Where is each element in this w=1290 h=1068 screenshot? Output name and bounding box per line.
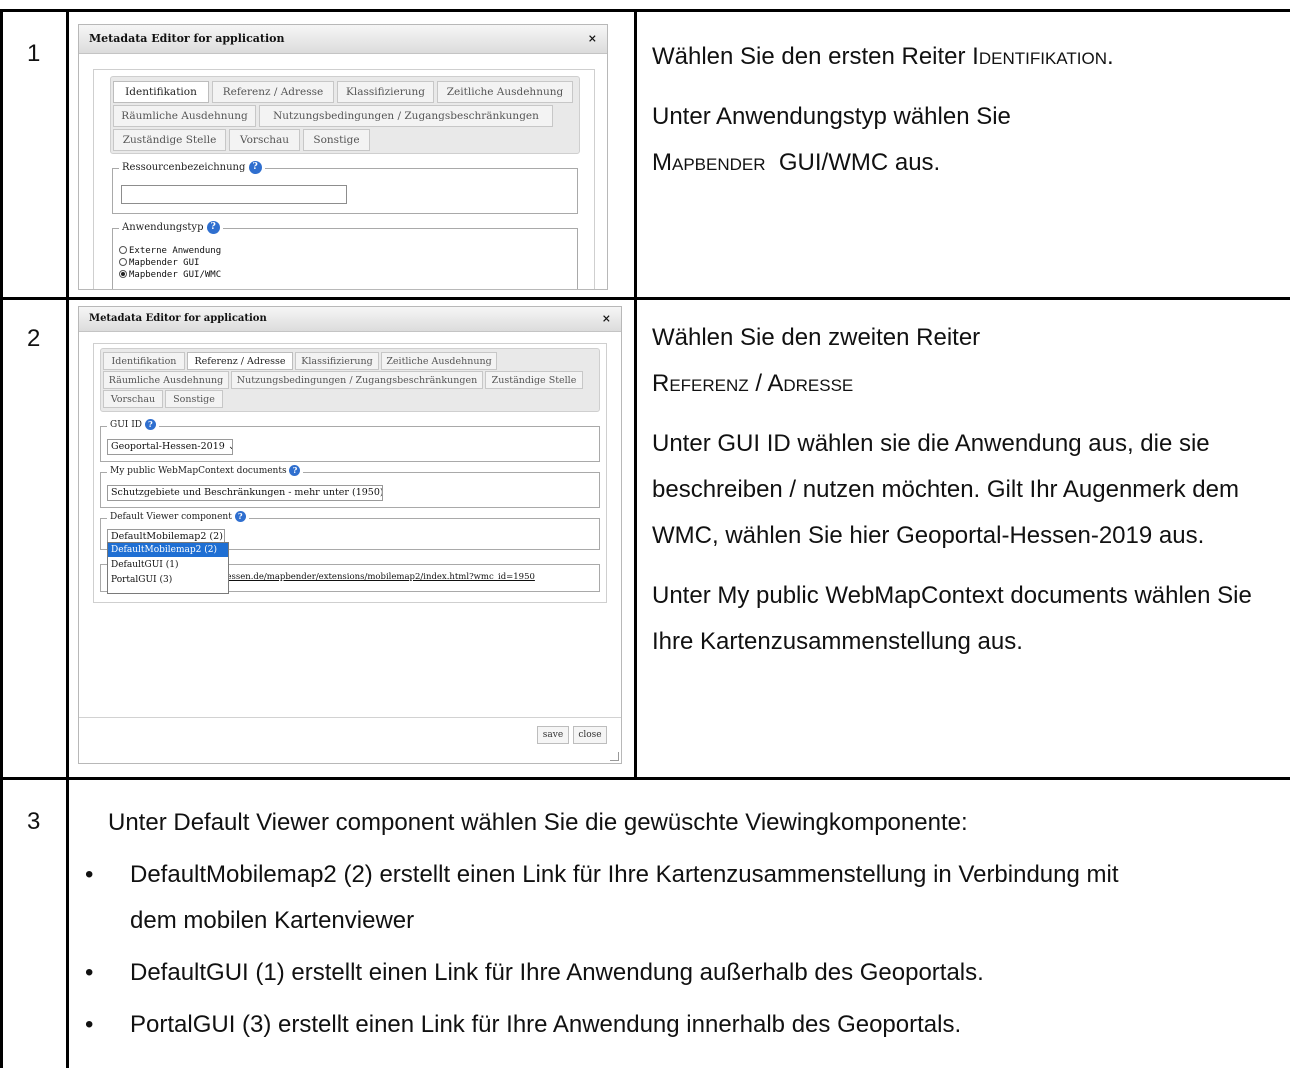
dropdown-option-defaultmobilemap2[interactable]: DefaultMobilemap2 (2) [108, 543, 228, 557]
list-item: DefaultMobilemap2 (2) erstellt einen Lin… [85, 852, 1150, 944]
fieldset-ressourcenbezeichnung: Ressourcenbezeichnung ? [112, 161, 578, 214]
row-number-3: 3 [27, 808, 41, 835]
wmc-select[interactable]: Schutzgebiete und Beschränkungen - mehr … [107, 485, 383, 501]
table-left-border [0, 9, 3, 1068]
close-icon[interactable]: × [588, 25, 597, 53]
help-icon[interactable]: ? [234, 511, 246, 522]
close-icon[interactable]: × [602, 307, 611, 331]
tab-bar: Identifikation Referenz / Adresse Klassi… [110, 76, 580, 154]
legend-gui-id: GUI ID ? [107, 419, 159, 430]
row2-para2: Unter GUI ID wählen sie die Anwendung au… [652, 430, 1239, 549]
tab-raeumliche-ausdehnung[interactable]: Räumliche Ausdehnung [103, 371, 229, 389]
tab-bar: Identifikation Referenz / Adresse Klassi… [100, 348, 600, 412]
dialog-title: Metadata Editor for application [89, 32, 285, 45]
tab-identifikation[interactable]: Identifikation [113, 81, 209, 103]
dialog-title: Metadata Editor for application [89, 313, 267, 324]
tab-nutzungsbedingungen[interactable]: Nutzungsbedingungen / Zugangsbeschränkun… [231, 371, 483, 389]
close-button[interactable]: close [573, 726, 607, 744]
tab-zeitliche-ausdehnung[interactable]: Zeitliche Ausdehnung [381, 352, 497, 370]
row2-description: Wählen Sie den zweiten Reiter Referenz /… [652, 315, 1272, 665]
radio-icon [119, 246, 127, 254]
row3-intro: Unter Default Viewer component wählen Si… [108, 809, 968, 836]
list-item: PortalGUI (3) erstellt einen Link für Ih… [85, 1002, 1262, 1048]
tab-sonstige[interactable]: Sonstige [303, 129, 370, 151]
dropdown-option-defaultgui[interactable]: DefaultGUI (1) [108, 557, 228, 573]
tab-zustaendige-stelle[interactable]: Zuständige Stelle [485, 371, 583, 389]
fieldset-gui-id: GUI ID ? Geoportal-Hessen-2019 ⌄ [100, 419, 600, 462]
tab-klassifizierung[interactable]: Klassifizierung [295, 352, 379, 370]
metadata-editor-dialog-referenz: Metadata Editor for application × Identi… [78, 306, 622, 764]
fieldset-anwendungstyp: Anwendungstyp ? Externe Anwendung Mapben… [112, 221, 578, 289]
row-divider-2 [0, 777, 1290, 780]
row1-line3: Mapbender GUI/WMC aus. [652, 149, 941, 176]
radio-mapbender-gui[interactable]: Mapbender GUI [119, 257, 221, 269]
radio-icon [119, 258, 127, 266]
viewer-options-list: DefaultMobilemap2 (2) erstellt einen Lin… [85, 852, 1262, 1048]
tab-zeitliche-ausdehnung[interactable]: Zeitliche Ausdehnung [437, 81, 573, 103]
list-item: DefaultGUI (1) erstellt einen Link für I… [85, 950, 1262, 996]
help-icon[interactable]: ? [289, 465, 301, 476]
tab-zustaendige-stelle[interactable]: Zuständige Stelle [113, 129, 226, 151]
legend-anwendungstyp: Anwendungstyp ? [119, 221, 223, 234]
radio-externe-anwendung[interactable]: Externe Anwendung [119, 245, 221, 257]
row2-line1: Wählen Sie den zweiten Reiter [652, 324, 981, 351]
help-icon[interactable]: ? [144, 419, 156, 430]
tab-vorschau[interactable]: Vorschau [229, 129, 300, 151]
ressourcenbezeichnung-input[interactable] [121, 185, 347, 204]
radio-mapbender-gui-wmc[interactable]: Mapbender GUI/WMC [119, 269, 221, 281]
tab-referenz-adresse[interactable]: Referenz / Adresse [187, 352, 293, 370]
radio-selected-icon [119, 270, 127, 278]
dialog-title-bar: Metadata Editor for application × [79, 25, 607, 54]
dialog-footer-divider [79, 717, 621, 718]
radio-group-anwendungstyp: Externe Anwendung Mapbender GUI Mapbende… [119, 245, 221, 281]
row-number-2: 2 [27, 325, 41, 352]
help-icon[interactable]: ? [206, 221, 220, 234]
tab-raeumliche-ausdehnung[interactable]: Räumliche Ausdehnung [113, 105, 256, 127]
number-column-divider [66, 9, 69, 1068]
table-top-border [0, 9, 1290, 12]
dropdown-option-portalgui[interactable]: PortalGUI (3) [108, 573, 228, 587]
legend-ressourcenbezeichnung: Ressourcenbezeichnung ? [119, 161, 265, 174]
default-viewer-dropdown: DefaultMobilemap2 (2) DefaultGUI (1) Por… [107, 542, 229, 594]
generated-link[interactable]: hessen.de/mapbender/extensions/mobilemap… [221, 572, 535, 582]
save-button[interactable]: save [537, 726, 569, 744]
legend-wmc-documents: My public WebMapContext documents ? [107, 465, 304, 476]
tab-sonstige[interactable]: Sonstige [165, 390, 223, 408]
row1-line2: Unter Anwendungstyp wählen Sie [652, 103, 1011, 130]
help-icon[interactable]: ? [248, 161, 262, 174]
tab-referenz-adresse[interactable]: Referenz / Adresse [212, 81, 334, 103]
dialog-content-frame: Identifikation Referenz / Adresse Klassi… [93, 343, 607, 603]
tab-vorschau[interactable]: Vorschau [103, 390, 163, 408]
resize-handle-icon[interactable] [610, 752, 619, 761]
row1-line1: Wählen Sie den ersten Reiter Identifikat… [652, 43, 1114, 70]
dialog-title-bar: Metadata Editor for application × [79, 307, 621, 332]
dialog-content-frame: Identifikation Referenz / Adresse Klassi… [93, 69, 595, 289]
row2-tab-name: Referenz / Adresse [652, 370, 854, 397]
tab-klassifizierung[interactable]: Klassifizierung [337, 81, 434, 103]
row2-para3: Unter My public WebMapContext documents … [652, 582, 1252, 655]
tab-identifikation[interactable]: Identifikation [103, 352, 185, 370]
row1-description: Wählen Sie den ersten Reiter Identifikat… [652, 34, 1272, 186]
metadata-editor-dialog-identifikation: Metadata Editor for application × Identi… [78, 24, 608, 290]
gui-id-select[interactable]: Geoportal-Hessen-2019 ⌄ [107, 439, 233, 455]
legend-default-viewer: Default Viewer component ? [107, 511, 249, 522]
row-divider-1 [0, 297, 1290, 300]
fieldset-wmc-documents: My public WebMapContext documents ? Schu… [100, 465, 600, 508]
text-column-divider [634, 9, 637, 780]
row-number-1: 1 [27, 40, 41, 67]
tab-nutzungsbedingungen[interactable]: Nutzungsbedingungen / Zugangsbeschränkun… [259, 105, 553, 127]
